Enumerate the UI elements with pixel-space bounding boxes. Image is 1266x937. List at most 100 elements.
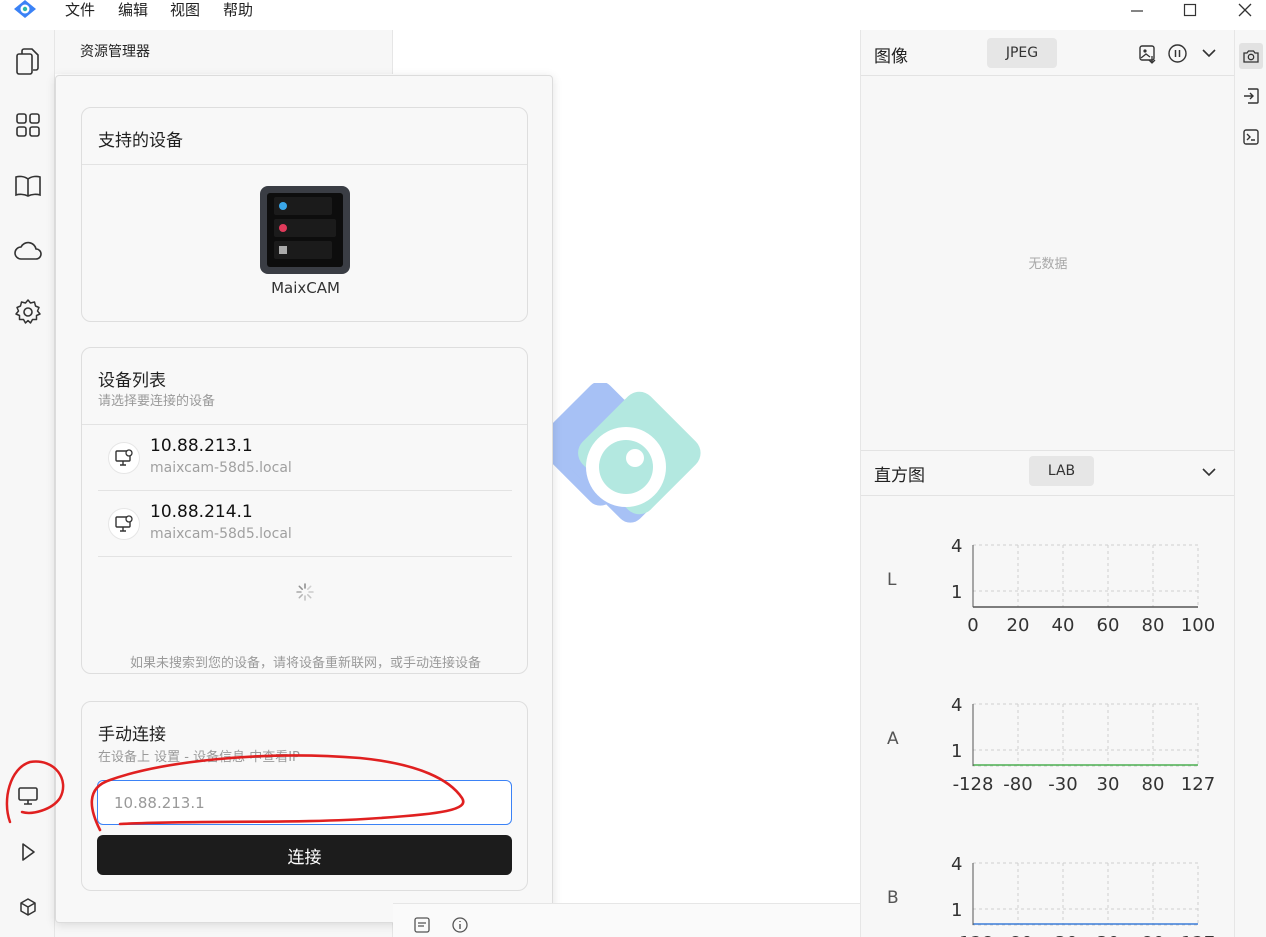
rail-apps-button[interactable] bbox=[0, 105, 55, 145]
save-image-icon[interactable] bbox=[1138, 44, 1158, 64]
histogram-y-tick: 4 bbox=[951, 536, 962, 557]
menu-view[interactable]: 视图 bbox=[170, 0, 200, 20]
title-bar: 文件 编辑 视图 帮助 bbox=[0, 0, 1266, 30]
cloud-icon bbox=[13, 241, 42, 260]
histogram-y-tick: 1 bbox=[951, 900, 962, 921]
app-logo-icon bbox=[12, 0, 38, 18]
manual-connect-title: 手动连接 bbox=[98, 725, 166, 745]
chevron-down-icon[interactable] bbox=[1201, 465, 1217, 479]
histogram-mode-button[interactable]: LAB bbox=[1029, 456, 1094, 486]
rail-package-button[interactable] bbox=[0, 887, 55, 927]
rail-cloud-button[interactable] bbox=[0, 230, 55, 270]
camera-tab-button[interactable] bbox=[1239, 43, 1263, 69]
image-section-title: 图像 bbox=[874, 47, 908, 67]
files-icon bbox=[15, 48, 39, 75]
device-connect-popup: 支持的设备 MaixCAM 设备列表 请选择要连接的设备 10.88.213.1… bbox=[55, 75, 553, 923]
rail-device-button[interactable] bbox=[0, 776, 55, 816]
right-panel: 图像 JPEG 无数据 直方图 LAB L 4 1 0 20 40 60 80 100 A 4 1 -1… bbox=[860, 30, 1235, 937]
histogram-channel-label: L bbox=[887, 570, 897, 590]
histogram-x-tick: -128 bbox=[953, 774, 994, 795]
histogram-x-tick: 100 bbox=[1181, 615, 1215, 636]
ip-address-input[interactable] bbox=[97, 780, 512, 825]
histogram-x-tick: 127 bbox=[1181, 933, 1215, 937]
network-monitor-icon bbox=[108, 508, 140, 540]
menu-file[interactable]: 文件 bbox=[65, 0, 95, 20]
maximize-button[interactable] bbox=[1170, 0, 1210, 20]
maximize-icon bbox=[1183, 3, 1197, 17]
histogram-x-tick: -30 bbox=[1048, 774, 1077, 795]
minimize-button[interactable] bbox=[1117, 0, 1157, 20]
histogram-x-tick: -30 bbox=[1048, 933, 1077, 937]
section-divider bbox=[861, 75, 1235, 76]
device-list-subtitle: 请选择要连接的设备 bbox=[98, 394, 216, 409]
explorer-title: 资源管理器 bbox=[80, 44, 150, 60]
gear-icon bbox=[14, 299, 41, 324]
document-icon[interactable] bbox=[413, 916, 431, 934]
device-list-card: 设备列表 请选择要连接的设备 10.88.213.1 maixcam-58d5.… bbox=[81, 347, 528, 674]
device-row[interactable]: 10.88.214.1 maixcam-58d5.local bbox=[98, 491, 512, 557]
grid-icon bbox=[15, 113, 40, 137]
maixcam-device-image[interactable] bbox=[259, 185, 351, 275]
image-format-button[interactable]: JPEG bbox=[987, 38, 1057, 68]
rail-run-button[interactable] bbox=[0, 832, 55, 872]
device-host: maixcam-58d5.local bbox=[150, 460, 292, 476]
terminal-icon[interactable] bbox=[1242, 128, 1260, 146]
play-icon bbox=[21, 843, 35, 861]
histogram-section-title: 直方图 bbox=[874, 466, 925, 486]
section-divider bbox=[861, 450, 1235, 451]
minimize-icon bbox=[1131, 10, 1143, 12]
device-ip: 10.88.213.1 bbox=[150, 436, 253, 456]
info-icon[interactable] bbox=[451, 916, 469, 934]
histogram-x-tick: -128 bbox=[953, 933, 994, 937]
histogram-charts: L41020406080100A41-128-80-303080127B41-1… bbox=[887, 536, 1215, 937]
histogram-x-tick: 127 bbox=[1181, 774, 1215, 795]
supported-devices-card: 支持的设备 MaixCAM bbox=[81, 107, 528, 322]
menu-edit[interactable]: 编辑 bbox=[118, 0, 148, 20]
rail-explorer-button[interactable] bbox=[0, 42, 55, 82]
histogram-x-tick: 60 bbox=[1097, 615, 1120, 636]
device-name-label: MaixCAM bbox=[271, 279, 340, 297]
histogram-x-tick: 40 bbox=[1052, 615, 1075, 636]
histogram-y-tick: 1 bbox=[951, 741, 962, 762]
device-row[interactable]: 10.88.213.1 maixcam-58d5.local bbox=[98, 425, 512, 491]
loading-spinner-icon bbox=[295, 582, 315, 602]
rail-docs-button[interactable] bbox=[0, 166, 55, 206]
image-empty-label: 无数据 bbox=[1028, 257, 1068, 272]
histogram-x-tick: 0 bbox=[967, 615, 978, 636]
histogram-x-tick: 80 bbox=[1142, 615, 1165, 636]
supported-devices-title: 支持的设备 bbox=[98, 131, 183, 151]
monitor-icon bbox=[17, 787, 38, 805]
device-host: maixcam-58d5.local bbox=[150, 526, 292, 542]
rail-settings-button[interactable] bbox=[0, 292, 55, 332]
histogram-x-tick: 30 bbox=[1097, 774, 1120, 795]
histogram-channel-label: A bbox=[887, 729, 899, 749]
manual-connect-subtitle: 在设备上 设置 - 设备信息 中查看IP bbox=[98, 750, 300, 765]
histogram-channel-label: B bbox=[887, 888, 899, 908]
histogram-x-tick: -80 bbox=[1003, 933, 1032, 937]
histogram-y-tick: 4 bbox=[951, 854, 962, 875]
device-list-title: 设备列表 bbox=[98, 371, 166, 391]
histogram-x-tick: 80 bbox=[1142, 933, 1165, 937]
close-icon bbox=[1238, 3, 1252, 17]
chevron-down-icon[interactable] bbox=[1201, 46, 1217, 60]
right-activity-bar bbox=[1234, 30, 1266, 937]
histogram-x-tick: 80 bbox=[1142, 774, 1165, 795]
section-divider bbox=[861, 495, 1235, 496]
device-ip: 10.88.214.1 bbox=[150, 502, 253, 522]
histogram-grid-border bbox=[972, 544, 1199, 608]
histogram-grid-border bbox=[972, 703, 1199, 767]
histogram-x-tick: 20 bbox=[1007, 615, 1030, 636]
connect-button[interactable]: 连接 bbox=[97, 835, 512, 875]
import-icon[interactable] bbox=[1242, 87, 1260, 105]
book-icon bbox=[14, 175, 41, 197]
center-status-strip bbox=[393, 903, 860, 937]
histogram-y-tick: 4 bbox=[951, 695, 962, 716]
pause-icon[interactable] bbox=[1167, 43, 1188, 64]
histogram-y-tick: 1 bbox=[951, 582, 962, 603]
histogram-x-tick: -80 bbox=[1003, 774, 1032, 795]
camera-icon bbox=[1243, 50, 1259, 63]
menu-help[interactable]: 帮助 bbox=[223, 0, 253, 20]
app-watermark-logo bbox=[538, 381, 750, 551]
close-window-button[interactable] bbox=[1225, 0, 1265, 20]
network-monitor-icon bbox=[108, 442, 140, 474]
